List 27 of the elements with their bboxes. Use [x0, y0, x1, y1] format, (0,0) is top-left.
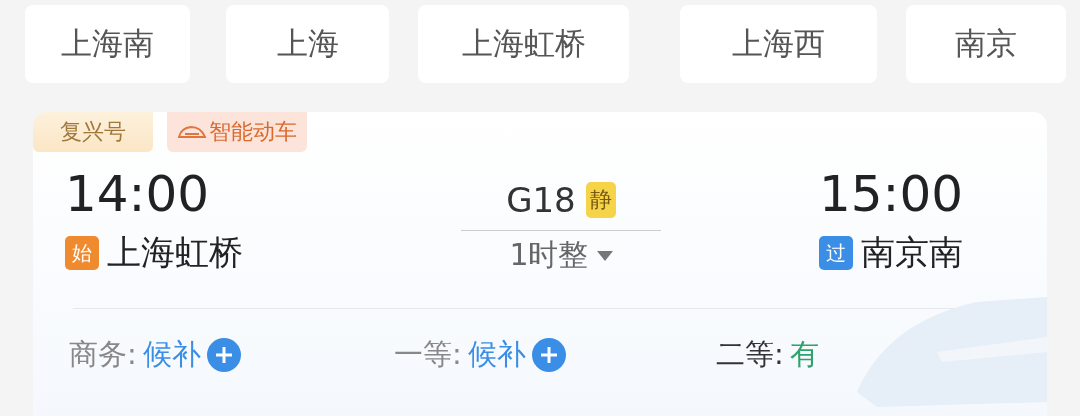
station-chip[interactable]: 上海 [226, 5, 389, 83]
add-icon[interactable] [531, 338, 566, 372]
train-tag: 智能动车 [167, 112, 307, 152]
station-chip[interactable]: 上海南 [25, 5, 190, 83]
seat-class: 一等: [394, 336, 462, 373]
passing-badge: 过 [819, 236, 853, 270]
train-icon [177, 124, 207, 140]
station-chip[interactable]: 上海虹桥 [418, 5, 629, 83]
train-tag: 复兴号 [33, 112, 153, 152]
duration-toggle[interactable]: 1时整 [509, 235, 613, 276]
train-card[interactable]: 复兴号 智能动车 14:00 始 上海虹桥 G18 静 1时整 15:00 过 南京南 商务: 候补 一等: 候补 二等: 有 [33, 112, 1047, 416]
seat-status: 候补 [467, 336, 526, 373]
seat-status: 有 [789, 336, 819, 373]
arrival-station: 南京南 [861, 231, 963, 274]
departure-time: 14:00 [65, 166, 211, 222]
seat-status: 候补 [142, 336, 201, 373]
caret-icon [596, 250, 613, 261]
departure-station: 上海虹桥 [107, 231, 243, 274]
station-chip[interactable]: 南京 [906, 5, 1066, 83]
seat-class: 二等: [716, 336, 784, 373]
station-chip[interactable]: 上海西 [680, 5, 877, 83]
seat-class: 商务: [69, 336, 137, 373]
origin-badge: 始 [65, 236, 99, 270]
add-icon[interactable] [206, 338, 241, 372]
quiet-badge: 静 [585, 182, 616, 218]
arrival-time: 15:00 [818, 166, 963, 222]
train-number: G18 [506, 180, 576, 220]
